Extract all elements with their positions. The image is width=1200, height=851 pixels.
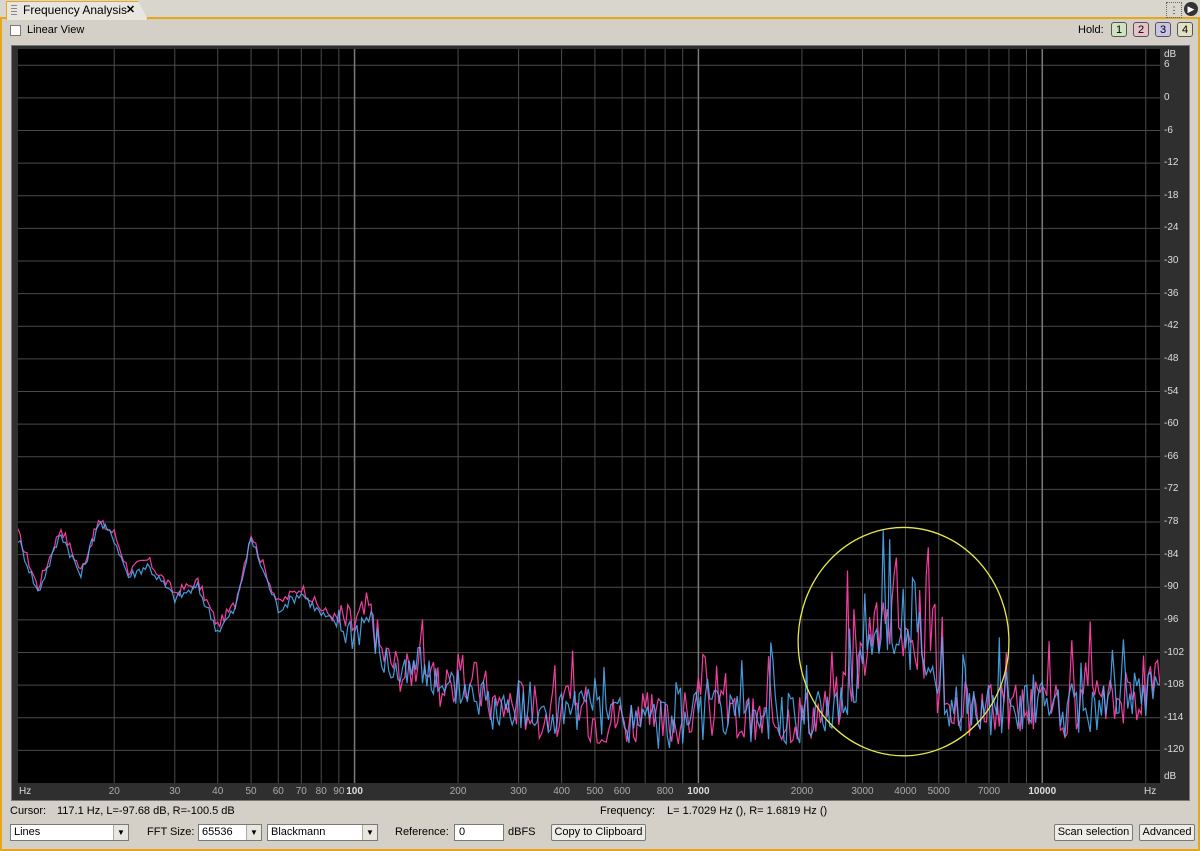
panel-menu-icon[interactable]: ⋮ bbox=[1166, 2, 1182, 18]
x-tick-label: 50 bbox=[245, 786, 257, 797]
y-tick-label: -78 bbox=[1164, 516, 1179, 528]
drag-grip-icon[interactable] bbox=[11, 5, 17, 17]
y-tick-label: -54 bbox=[1164, 385, 1179, 397]
linear-view-label: Linear View bbox=[27, 24, 85, 36]
x-tick-label: 300 bbox=[510, 786, 527, 797]
y-tick-label: -90 bbox=[1164, 581, 1179, 593]
fft-size-select[interactable]: 65536 ▼ bbox=[198, 824, 262, 841]
window-function-value: Blackmann bbox=[271, 826, 326, 838]
y-tick-label: -120 bbox=[1164, 744, 1185, 756]
y-tick-label: -84 bbox=[1164, 548, 1179, 560]
y-tick-label: -42 bbox=[1164, 320, 1179, 332]
x-tick-label: 10000 bbox=[1028, 786, 1057, 797]
cursor-label: Cursor: bbox=[10, 805, 47, 817]
x-tick-label: 7000 bbox=[977, 786, 1001, 797]
y-tick-label: 0 bbox=[1164, 91, 1170, 103]
y-tick-label: -36 bbox=[1164, 287, 1179, 299]
scan-selection-button[interactable]: Scan selection bbox=[1054, 824, 1133, 841]
fft-size-label: FFT Size: bbox=[147, 826, 195, 838]
x-tick-label: 1000 bbox=[687, 786, 710, 797]
x-tick-label: 4000 bbox=[894, 786, 917, 797]
x-tick-label: 400 bbox=[553, 786, 570, 797]
y-unit-label: dB bbox=[1164, 771, 1177, 782]
y-tick-label: -66 bbox=[1164, 450, 1179, 462]
y-tick-label: -108 bbox=[1164, 679, 1185, 691]
x-tick-label: 30 bbox=[169, 786, 181, 797]
x-tick-label: 200 bbox=[449, 786, 467, 797]
display-mode-value: Lines bbox=[14, 826, 41, 838]
chevron-down-icon[interactable]: ▼ bbox=[246, 825, 261, 840]
display-mode-select[interactable]: Lines ▼ bbox=[10, 824, 129, 841]
x-tick-label: 2000 bbox=[790, 786, 814, 797]
hold-button-4[interactable]: 4 bbox=[1177, 22, 1193, 37]
close-icon[interactable]: ✕ bbox=[126, 2, 135, 19]
fft-size-value: 65536 bbox=[202, 826, 233, 838]
x-tick-label: 100 bbox=[346, 786, 363, 797]
frequency-label: Frequency: bbox=[600, 805, 656, 817]
x-tick-label: 90 bbox=[333, 786, 345, 797]
y-tick-label: -6 bbox=[1164, 124, 1173, 136]
linear-view-checkbox[interactable] bbox=[10, 25, 21, 36]
x-unit-label: Hz bbox=[19, 786, 32, 797]
x-tick-label: 60 bbox=[272, 786, 284, 797]
title-bar: Frequency Analysis ✕ ⋮ ▶ bbox=[0, 0, 1200, 19]
reference-label: Reference: bbox=[395, 826, 449, 838]
y-tick-label: -12 bbox=[1164, 157, 1179, 169]
reference-input[interactable]: 0 bbox=[454, 824, 504, 841]
x-tick-label: 3000 bbox=[851, 786, 874, 797]
panel-menu-controls: ⋮ ▶ bbox=[1166, 2, 1198, 18]
y-tick-label: -48 bbox=[1164, 352, 1179, 364]
x-tick-label: 70 bbox=[295, 786, 307, 797]
cursor-readout: 117.1 Hz, L=-97.68 dB, R=-100.5 dB bbox=[57, 805, 235, 817]
x-tick-label: 20 bbox=[108, 786, 120, 797]
y-tick-label: -114 bbox=[1164, 711, 1184, 723]
copy-to-clipboard-button[interactable]: Copy to Clipboard bbox=[551, 824, 646, 841]
hold-button-3[interactable]: 3 bbox=[1155, 22, 1171, 37]
x-tick-label: 80 bbox=[315, 786, 327, 797]
x-tick-label: 40 bbox=[212, 786, 224, 797]
x-tick-label: 5000 bbox=[927, 786, 950, 797]
x-tick-label: 500 bbox=[586, 786, 604, 797]
y-tick-label: -30 bbox=[1164, 255, 1179, 267]
x-tick-label: 600 bbox=[613, 786, 631, 797]
hold-button-1[interactable]: 1 bbox=[1111, 22, 1127, 37]
reference-unit: dBFS bbox=[508, 826, 536, 838]
y-tick-label: -60 bbox=[1164, 418, 1179, 430]
y-tick-label: -72 bbox=[1164, 483, 1179, 495]
x-unit-label: Hz bbox=[1144, 786, 1157, 797]
y-tick-label: -102 bbox=[1164, 646, 1185, 658]
chevron-down-icon[interactable]: ▼ bbox=[113, 825, 128, 840]
tab-frequency-analysis[interactable]: Frequency Analysis ✕ bbox=[6, 1, 148, 20]
y-tick-label: -96 bbox=[1164, 613, 1179, 625]
advanced-button[interactable]: Advanced bbox=[1139, 824, 1195, 841]
y-unit-label: dB bbox=[1164, 49, 1177, 60]
x-tick-label: 800 bbox=[656, 786, 674, 797]
tab-title: Frequency Analysis bbox=[23, 3, 128, 17]
chevron-down-icon[interactable]: ▼ bbox=[362, 825, 377, 840]
y-tick-label: -18 bbox=[1164, 189, 1179, 201]
window-function-select[interactable]: Blackmann ▼ bbox=[267, 824, 378, 841]
y-tick-label: -24 bbox=[1164, 222, 1179, 234]
frequency-readout: L= 1.7029 Hz (), R= 1.6819 Hz () bbox=[667, 805, 828, 817]
frequency-graph[interactable] bbox=[18, 49, 1160, 783]
panel-options-icon[interactable]: ▶ bbox=[1184, 2, 1198, 16]
hold-button-2[interactable]: 2 bbox=[1133, 22, 1149, 37]
hold-label: Hold: bbox=[1078, 24, 1104, 36]
y-tick-label: 6 bbox=[1164, 59, 1170, 71]
